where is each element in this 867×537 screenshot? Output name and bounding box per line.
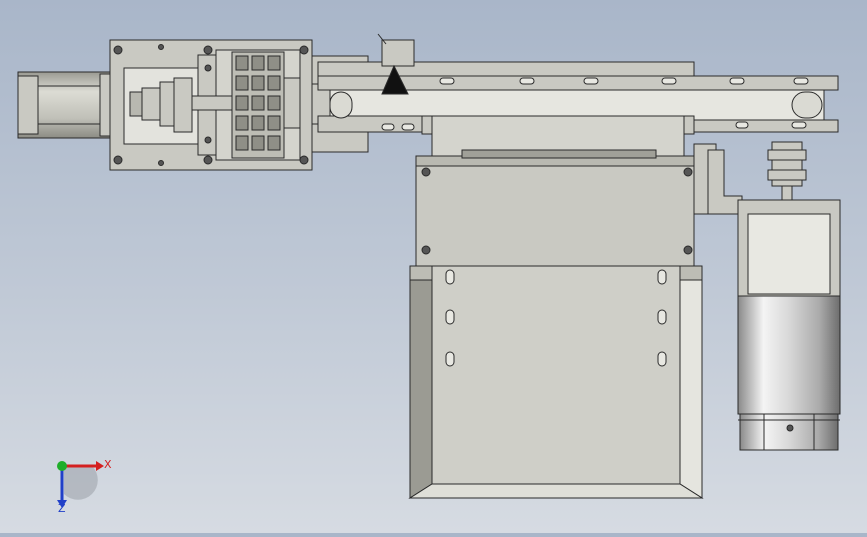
right-servo-motor[interactable] xyxy=(737,199,841,451)
cad-viewport[interactable]: X Z xyxy=(0,0,867,533)
left-servo-motor[interactable] xyxy=(17,71,111,139)
carriage-housing[interactable] xyxy=(415,115,695,267)
z-axis-label: Z xyxy=(58,502,66,515)
y-axis-icon xyxy=(57,461,67,471)
collection-tray[interactable] xyxy=(408,265,704,499)
x-axis-label: X xyxy=(104,458,112,471)
output-coupling[interactable] xyxy=(767,141,807,201)
orientation-triad[interactable]: X Z xyxy=(48,452,118,516)
cad-model-drawing[interactable] xyxy=(0,0,867,533)
motor-mount-bracket[interactable] xyxy=(693,143,743,215)
